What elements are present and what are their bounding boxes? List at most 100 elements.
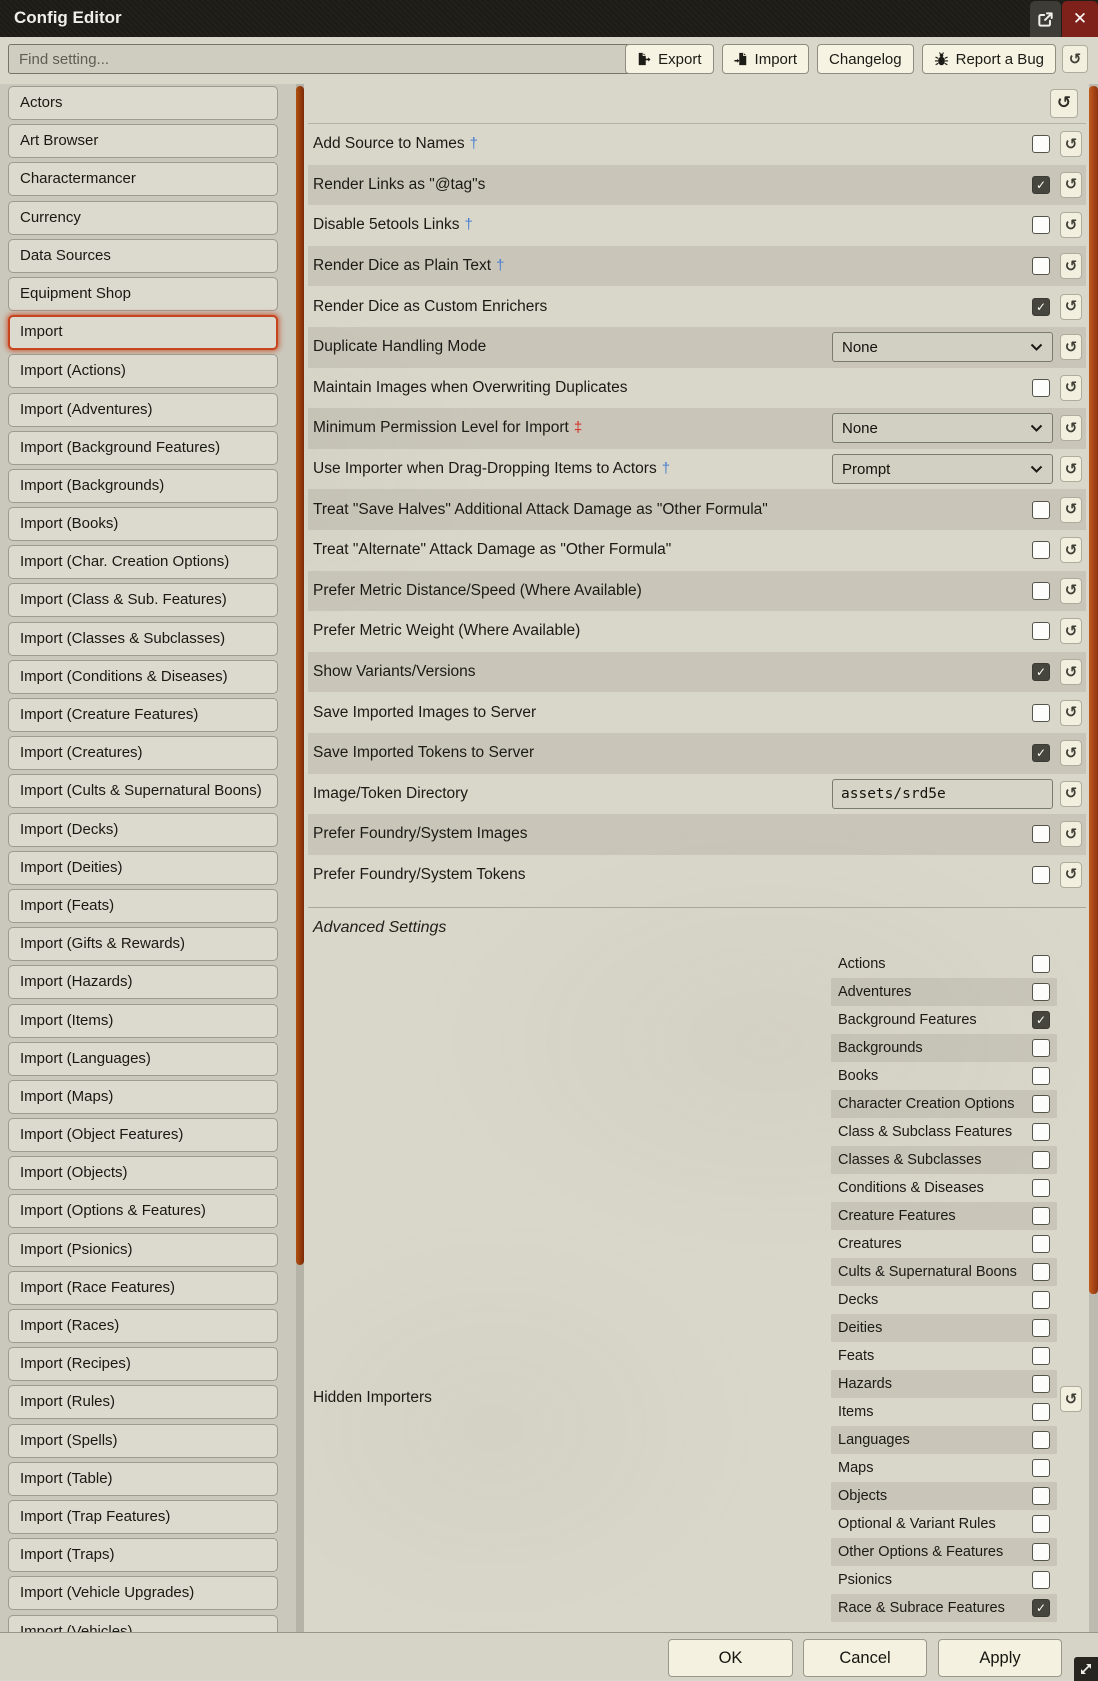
hidden-importer-checkbox[interactable]: ✓ xyxy=(1032,1067,1050,1085)
hidden-importer-checkbox[interactable]: ✓ xyxy=(1032,1123,1050,1141)
import-button[interactable]: Import xyxy=(722,44,810,74)
reset-setting-button[interactable]: ↺ xyxy=(1060,415,1082,441)
hidden-importer-checkbox[interactable]: ✓ xyxy=(1032,1543,1050,1561)
sidebar-item[interactable]: Import (Races) xyxy=(8,1309,278,1343)
setting-checkbox[interactable]: ✓ xyxy=(1032,298,1050,316)
sidebar-item[interactable]: Import (Rules) xyxy=(8,1385,278,1419)
sidebar-item[interactable]: Import (Race Features) xyxy=(8,1271,278,1305)
sidebar-item[interactable]: Import (Gifts & Rewards) xyxy=(8,927,278,961)
hidden-importer-checkbox[interactable]: ✓ xyxy=(1032,1207,1050,1225)
sidebar-item[interactable]: Import (Hazards) xyxy=(8,965,278,999)
hidden-importer-checkbox[interactable]: ✓ xyxy=(1032,1487,1050,1505)
setting-checkbox[interactable]: ✓ xyxy=(1032,663,1050,681)
setting-select[interactable]: None xyxy=(832,413,1053,443)
sidebar-item[interactable]: Import (Feats) xyxy=(8,889,278,923)
reset-all-button[interactable]: ↺ xyxy=(1062,45,1088,73)
sidebar-item[interactable]: Import (Creatures) xyxy=(8,736,278,770)
sidebar-item[interactable]: Import (Object Features) xyxy=(8,1118,278,1152)
sidebar-scrollbar-track[interactable] xyxy=(296,84,304,1638)
hidden-importer-checkbox[interactable]: ✓ xyxy=(1032,1095,1050,1113)
hidden-importer-checkbox[interactable]: ✓ xyxy=(1032,1151,1050,1169)
main-scrollbar-track[interactable] xyxy=(1089,84,1098,1638)
reset-setting-button[interactable]: ↺ xyxy=(1060,578,1082,604)
reset-setting-button[interactable]: ↺ xyxy=(1060,618,1082,644)
export-button[interactable]: Export xyxy=(625,44,713,74)
hidden-importer-checkbox[interactable]: ✓ xyxy=(1032,1291,1050,1309)
close-button[interactable]: ✕ xyxy=(1062,1,1098,37)
sidebar-item[interactable]: Import (Char. Creation Options) xyxy=(8,545,278,579)
hidden-importer-checkbox[interactable]: ✓ xyxy=(1032,1571,1050,1589)
setting-select[interactable]: Prompt xyxy=(832,454,1053,484)
sidebar-item[interactable]: Charactermancer xyxy=(8,162,278,196)
reset-setting-button[interactable]: ↺ xyxy=(1060,740,1082,766)
hidden-importer-checkbox[interactable]: ✓ xyxy=(1032,1599,1050,1617)
reset-setting-button[interactable]: ↺ xyxy=(1060,131,1082,157)
hidden-importer-checkbox[interactable]: ✓ xyxy=(1032,1375,1050,1393)
sidebar-item[interactable]: Import (Psionics) xyxy=(8,1233,278,1267)
ok-button[interactable]: OK xyxy=(668,1639,793,1677)
setting-checkbox[interactable]: ✓ xyxy=(1032,379,1050,397)
hidden-importer-checkbox[interactable]: ✓ xyxy=(1032,1515,1050,1533)
sidebar-item[interactable]: Import (Traps) xyxy=(8,1538,278,1572)
sidebar-item[interactable]: Import (Table) xyxy=(8,1462,278,1496)
sidebar-item[interactable]: Import (Items) xyxy=(8,1004,278,1038)
reset-setting-button[interactable]: ↺ xyxy=(1060,334,1082,360)
sidebar-item[interactable]: Import (Adventures) xyxy=(8,393,278,427)
resize-handle[interactable] xyxy=(1074,1657,1098,1681)
reset-setting-button[interactable]: ↺ xyxy=(1060,821,1082,847)
reset-setting-button[interactable]: ↺ xyxy=(1060,294,1082,320)
sidebar-item[interactable]: Import (Backgrounds) xyxy=(8,469,278,503)
sidebar-item[interactable]: Equipment Shop xyxy=(8,277,278,311)
sidebar-scrollbar-thumb[interactable] xyxy=(296,86,304,1265)
setting-checkbox[interactable]: ✓ xyxy=(1032,216,1050,234)
reset-setting-button[interactable]: ↺ xyxy=(1060,212,1082,238)
setting-checkbox[interactable]: ✓ xyxy=(1032,704,1050,722)
reset-setting-button[interactable]: ↺ xyxy=(1060,537,1082,563)
cancel-button[interactable]: Cancel xyxy=(803,1639,927,1677)
setting-checkbox[interactable]: ✓ xyxy=(1032,744,1050,762)
sidebar-item[interactable]: Import (Books) xyxy=(8,507,278,541)
reset-setting-button[interactable]: ↺ xyxy=(1060,456,1082,482)
reset-setting-button[interactable]: ↺ xyxy=(1060,172,1082,198)
reset-setting-button[interactable]: ↺ xyxy=(1060,253,1082,279)
setting-checkbox[interactable]: ✓ xyxy=(1032,135,1050,153)
sidebar-item[interactable]: Data Sources xyxy=(8,239,278,273)
main-scrollbar-thumb[interactable] xyxy=(1089,86,1098,1294)
reset-setting-button[interactable]: ↺ xyxy=(1060,659,1082,685)
setting-checkbox[interactable]: ✓ xyxy=(1032,501,1050,519)
setting-checkbox[interactable]: ✓ xyxy=(1032,257,1050,275)
sidebar-item[interactable]: Import (Actions) xyxy=(8,354,278,388)
sidebar-item[interactable]: Import (Conditions & Diseases) xyxy=(8,660,278,694)
hidden-importer-checkbox[interactable]: ✓ xyxy=(1032,1263,1050,1281)
hidden-importer-checkbox[interactable]: ✓ xyxy=(1032,1431,1050,1449)
setting-checkbox[interactable]: ✓ xyxy=(1032,622,1050,640)
hidden-importer-checkbox[interactable]: ✓ xyxy=(1032,1403,1050,1421)
sidebar-item[interactable]: Import (Options & Features) xyxy=(8,1194,278,1228)
reset-setting-button[interactable]: ↺ xyxy=(1060,700,1082,726)
sidebar-item[interactable]: Import (Recipes) xyxy=(8,1347,278,1381)
sidebar-item[interactable]: Import (Trap Features) xyxy=(8,1500,278,1534)
reset-section-button[interactable]: ↺ xyxy=(1050,89,1078,118)
reset-setting-button[interactable]: ↺ xyxy=(1060,862,1082,888)
sidebar-item[interactable]: Import (Creature Features) xyxy=(8,698,278,732)
popout-button[interactable] xyxy=(1030,1,1061,37)
sidebar-item[interactable]: Import (Maps) xyxy=(8,1080,278,1114)
setting-checkbox[interactable]: ✓ xyxy=(1032,825,1050,843)
setting-checkbox[interactable]: ✓ xyxy=(1032,541,1050,559)
hidden-importer-checkbox[interactable]: ✓ xyxy=(1032,1347,1050,1365)
hidden-importer-checkbox[interactable]: ✓ xyxy=(1032,1319,1050,1337)
sidebar-item[interactable]: Actors xyxy=(8,86,278,120)
reset-hidden-importers-button[interactable]: ↺ xyxy=(1060,1386,1082,1412)
search-input[interactable] xyxy=(8,44,670,74)
sidebar-item[interactable]: Import (Decks) xyxy=(8,813,278,847)
sidebar-item[interactable]: Import (Classes & Subclasses) xyxy=(8,622,278,656)
sidebar-item[interactable]: Import (Cults & Supernatural Boons) xyxy=(8,774,278,808)
setting-checkbox[interactable]: ✓ xyxy=(1032,582,1050,600)
hidden-importer-checkbox[interactable]: ✓ xyxy=(1032,955,1050,973)
sidebar-item[interactable]: Import (Background Features) xyxy=(8,431,278,465)
sidebar-item[interactable]: Art Browser xyxy=(8,124,278,158)
changelog-button[interactable]: Changelog xyxy=(817,44,914,74)
hidden-importer-checkbox[interactable]: ✓ xyxy=(1032,1459,1050,1477)
sidebar-item[interactable]: Import (Deities) xyxy=(8,851,278,885)
setting-text-input[interactable] xyxy=(832,779,1053,809)
